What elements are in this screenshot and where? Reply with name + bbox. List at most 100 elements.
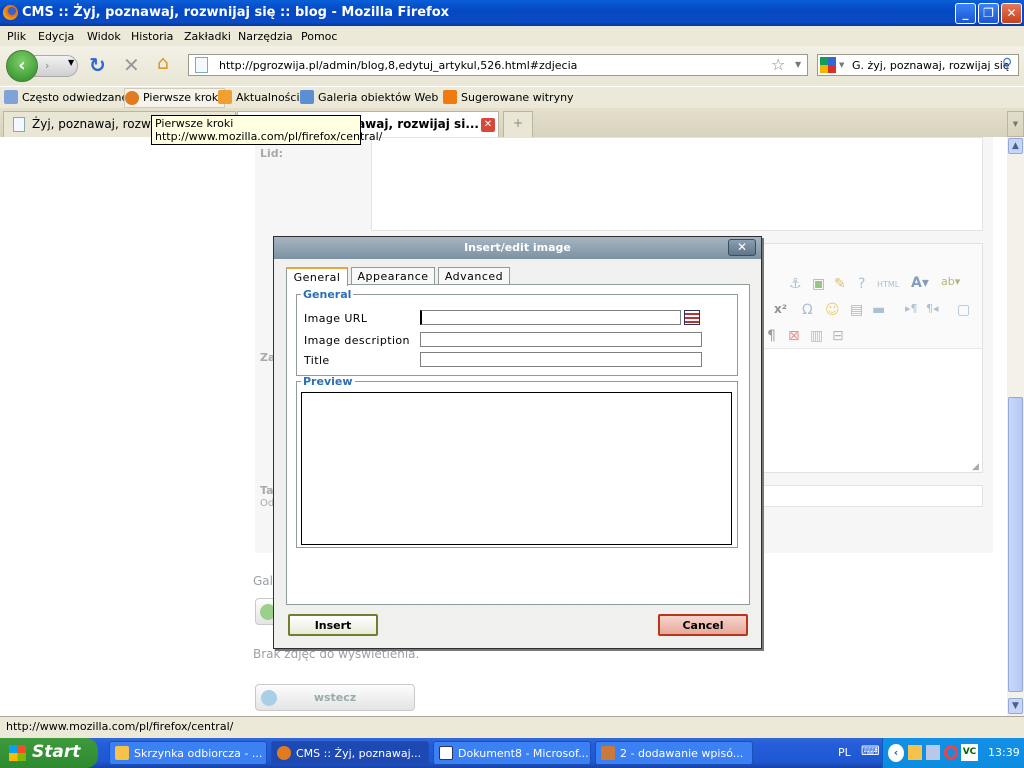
bookmark-star-icon[interactable]: ☆ [771, 55, 785, 74]
antivirus-icon[interactable]: VC [961, 744, 978, 761]
bookmark-label: Pierwsze kroki [143, 91, 222, 104]
task-dokument8[interactable]: Dokument8 - Microsof... [433, 741, 591, 765]
bookmark-sugerowane[interactable]: Sugerowane witryny [443, 90, 574, 104]
text-color-icon[interactable]: A▾ [911, 275, 929, 291]
show-blocks-icon[interactable]: ¶ [767, 328, 776, 344]
image-description-label: Image description [304, 334, 410, 347]
menu-narzedzia[interactable]: Narzędzia [238, 30, 293, 43]
horizontal-rule-icon[interactable]: ▬ [872, 302, 885, 318]
bookmark-aktualnosci[interactable]: Aktualności [218, 90, 300, 104]
keyboard-icon[interactable]: ⌨ [861, 744, 880, 759]
rtl-icon[interactable]: ¶◂ [926, 302, 939, 315]
rss-icon [218, 90, 232, 104]
menu-zakladki[interactable]: Zakładki [184, 30, 231, 43]
reload-icon[interactable]: ↻ [89, 53, 106, 77]
bookmark-label: Często odwiedzane [22, 91, 129, 104]
outlook-tray-icon[interactable] [908, 745, 922, 760]
chrome-tray-icon[interactable] [944, 745, 958, 760]
cleanup-icon[interactable]: ✎ [834, 276, 846, 292]
menu-widok[interactable]: Widok [87, 30, 121, 43]
html-icon[interactable]: HTML [877, 280, 899, 289]
task-dodawanie[interactable]: 2 - dodawanie wpisó... [595, 741, 753, 765]
scroll-down-button[interactable]: ▼ [1008, 698, 1023, 714]
menu-edycja[interactable]: Edycja [38, 30, 74, 43]
close-button[interactable]: ✕ [1001, 3, 1022, 24]
back-button[interactable]: ‹ [6, 50, 38, 82]
back-page-button[interactable]: wstecz [255, 684, 415, 711]
lid-label: Lid: [260, 147, 284, 160]
task-label: Skrzynka odbiorcza - ... [134, 747, 263, 760]
url-bar[interactable]: http://pgrozwija.pl/admin/blog,8,edytuj_… [188, 54, 808, 76]
history-dropdown-icon[interactable]: ▼ [68, 58, 74, 67]
show-hidden-icons-button[interactable]: ‹ [888, 744, 904, 762]
minimize-button[interactable]: _ [955, 3, 976, 24]
nonbreaking-icon[interactable]: ⊠ [788, 328, 800, 344]
template-icon[interactable]: ▥ [810, 328, 823, 344]
start-button[interactable]: Start [0, 738, 98, 768]
dialog-title: Insert/edit image [274, 237, 761, 259]
media-icon[interactable]: ▤ [850, 302, 863, 318]
tooltip-title: Pierwsze kroki [155, 117, 234, 130]
lightbulb-icon [443, 90, 457, 104]
search-box[interactable]: ▼ G. żyj, poznawaj, rozwijaj się ⚲ [817, 54, 1019, 76]
tab-appearance[interactable]: Appearance [351, 267, 435, 285]
image-url-input[interactable] [420, 310, 681, 325]
network-icon[interactable] [926, 745, 940, 760]
help-icon[interactable]: ? [858, 276, 865, 292]
task-cms[interactable]: CMS :: Żyj, poznawaj... [271, 741, 429, 765]
language-indicator[interactable]: PL [838, 746, 851, 759]
image-description-input[interactable] [420, 332, 702, 347]
tab-advanced[interactable]: Advanced [438, 267, 510, 285]
bookmark-label: Aktualności [236, 91, 300, 104]
bookmark-label: Galeria obiektów Web ... [318, 91, 453, 104]
lid-textarea[interactable] [371, 137, 983, 231]
dialog-close-button[interactable]: ✕ [728, 239, 756, 256]
preview-legend: Preview [303, 375, 353, 388]
menu-plik[interactable]: Plik [7, 30, 26, 43]
menu-pomoc[interactable]: Pomoc [301, 30, 337, 43]
preview-area [301, 392, 732, 545]
stop-icon[interactable]: ✕ [123, 53, 140, 77]
resize-handle-icon[interactable]: ◢ [972, 462, 979, 472]
superscript-icon[interactable]: x² [774, 302, 787, 316]
title-input[interactable] [420, 352, 702, 367]
google-engine-icon[interactable] [820, 57, 836, 73]
status-bar: http://www.mozilla.com/pl/firefox/centra… [0, 716, 1024, 738]
clock[interactable]: 13:39 [988, 746, 1020, 759]
home-icon[interactable]: ⌂ [157, 52, 169, 74]
close-tab-icon[interactable]: ✕ [481, 118, 495, 132]
scroll-up-button[interactable]: ▲ [1008, 138, 1023, 154]
engine-dropdown-icon[interactable]: ▼ [839, 61, 844, 69]
new-tab-button[interactable]: + [503, 111, 533, 137]
fullscreen-icon[interactable]: ▢ [957, 302, 970, 318]
back-page-label: wstecz [313, 691, 357, 704]
tab-general[interactable]: General [286, 267, 348, 286]
vertical-scrollbar[interactable]: ▲ ▼ [1007, 137, 1024, 716]
anchor-icon[interactable]: ⚓ [789, 276, 802, 292]
menu-bar: Plik Edycja Widok Historia Zakładki Narz… [0, 26, 1024, 46]
ltr-icon[interactable]: ▸¶ [905, 302, 918, 315]
emoticon-icon[interactable]: ☺ [825, 302, 840, 318]
cancel-button[interactable]: Cancel [658, 614, 748, 636]
task-skrzynka[interactable]: Skrzynka odbiorcza - ... [109, 741, 267, 765]
bookmark-czesto-odwiedzane[interactable]: Często odwiedzane [4, 90, 129, 104]
search-icon[interactable]: ⚲ [1002, 56, 1012, 72]
special-char-icon[interactable]: Ω [802, 302, 813, 318]
window-title: CMS :: Żyj, poznawaj, rozwnijaj się :: b… [22, 5, 450, 20]
dialog-panel: General Image URL Image description Titl… [286, 284, 750, 605]
tooltip-url: http://www.mozilla.com/pl/firefox/centra… [155, 130, 383, 143]
menu-historia[interactable]: Historia [131, 30, 173, 43]
bookmark-galeria[interactable]: Galeria obiektów Web ... [300, 90, 453, 104]
insert-button[interactable]: Insert [288, 614, 378, 636]
url-dropdown-icon[interactable]: ▼ [795, 60, 801, 69]
insert-image-dialog: Insert/edit image ✕ General Appearance A… [273, 236, 762, 649]
browse-icon[interactable] [684, 310, 700, 325]
bookmark-pierwsze-kroki[interactable]: Pierwsze kroki [124, 88, 226, 108]
page-break-icon[interactable]: ⊟ [832, 328, 844, 344]
maximize-button[interactable]: ❐ [978, 3, 999, 24]
tab-list-button[interactable]: ▼ [1007, 111, 1024, 137]
image-icon[interactable]: ▣ [812, 276, 825, 292]
title-label: Title [304, 354, 330, 367]
scroll-thumb[interactable] [1008, 397, 1023, 692]
highlight-color-icon[interactable]: ab▾ [941, 275, 960, 288]
